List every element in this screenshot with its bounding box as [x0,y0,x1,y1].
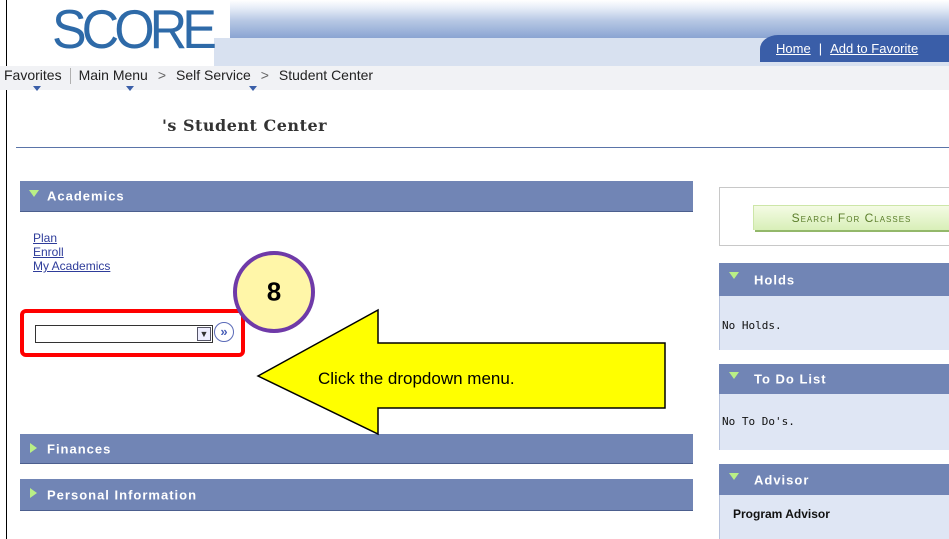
todo-text: No To Do's. [722,415,795,428]
todo-panel: No To Do's. [719,394,949,450]
advisor-header-label: Advisor [754,472,810,487]
todo-header-label: To Do List [754,371,827,387]
holds-header[interactable]: Holds [719,263,949,297]
collapse-triangle-icon[interactable] [29,190,39,197]
favorites-dropdown-icon[interactable] [33,86,41,91]
collapse-triangle-icon[interactable] [729,473,739,480]
title-divider [16,147,949,148]
expand-triangle-icon[interactable] [30,488,37,498]
collapse-triangle-icon[interactable] [729,272,739,279]
dropdown-highlight-box [20,309,245,357]
holds-header-label: Holds [754,272,796,287]
holds-panel: No Holds. [719,296,949,350]
search-for-classes-button[interactable]: Search For Classes [753,205,949,230]
main-menu-dropdown-icon[interactable] [126,86,134,91]
page-title: 's Student Center [162,116,328,135]
program-advisor-label: Program Advisor [733,507,830,521]
academics-header[interactable]: Academics [20,181,693,212]
header-banner [230,0,949,38]
advisor-header[interactable]: Advisor [719,464,949,496]
collapse-triangle-icon[interactable] [729,372,739,379]
nav-main-menu[interactable]: Main Menu [79,67,148,83]
breadcrumb: Favorites Main Menu > Self Service > Student … [4,67,373,85]
step-number: 8 [266,276,282,307]
finances-header[interactable]: Finances [20,434,693,464]
plan-link[interactable]: Plan [33,231,110,245]
chevron-right-icon: > [260,67,269,83]
nav-self-service[interactable]: Self Service [176,67,251,83]
nav-divider [69,68,71,85]
header-links: Home | Add to Favorite [776,41,918,56]
score-logo: SCORE [52,0,217,61]
link-separator: | [818,41,823,56]
add-to-favorites-link[interactable]: Add to Favorite [830,41,918,56]
instruction-text: Click the dropdown menu. [318,369,515,388]
finances-header-label: Finances [47,441,112,456]
home-link[interactable]: Home [776,41,811,56]
academics-header-label: Academics [47,188,125,204]
personal-information-header[interactable]: Personal Information [20,479,693,511]
enroll-link[interactable]: Enroll [33,245,110,259]
self-service-dropdown-icon[interactable] [249,86,257,91]
personal-information-header-label: Personal Information [47,487,198,502]
chevron-right-icon: > [157,67,167,83]
academics-links: Plan Enroll My Academics [33,231,110,273]
todo-header[interactable]: To Do List [719,364,949,395]
step-number-badge: 8 [233,251,315,333]
my-academics-link[interactable]: My Academics [33,259,110,273]
nav-student-center[interactable]: Student Center [279,67,373,83]
holds-text: No Holds. [722,319,782,332]
nav-favorites[interactable]: Favorites [4,67,62,83]
expand-triangle-icon[interactable] [30,443,37,453]
